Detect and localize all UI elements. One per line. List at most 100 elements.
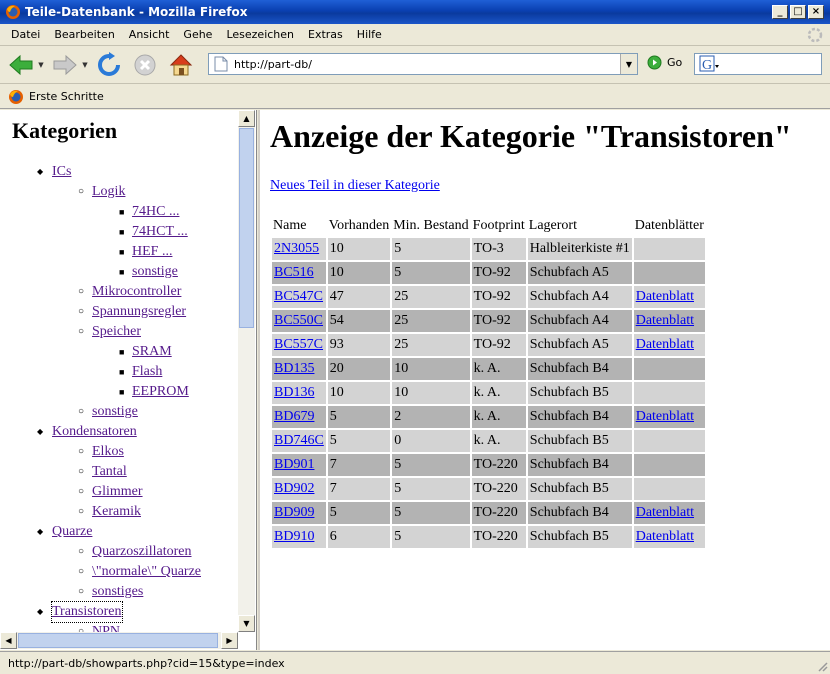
parts-table-body: 2N3055 10 5 TO-3 Halbleiterkiste #1 BC516 10 5 T… [272,238,705,548]
menu-lesezeichen[interactable]: Lesezeichen [219,28,301,41]
url-dropdown-icon[interactable]: ▼ [620,54,637,74]
scroll-down-button[interactable]: ▼ [238,615,255,632]
maximize-button[interactable]: □ [790,5,806,19]
menu-extras[interactable]: Extras [301,28,350,41]
minimize-button[interactable]: _ [772,5,788,19]
name-cell: BC516 [272,262,326,284]
category-link[interactable]: EEPROM [132,382,189,402]
part-name-link[interactable]: BD901 [274,457,314,472]
vorhanden-cell: 47 [327,286,391,308]
stock-cell: 10 [329,385,344,400]
back-button[interactable] [6,50,36,80]
url-bar[interactable]: ▼ [208,53,638,75]
category-link[interactable]: sonstige [132,262,178,282]
part-name-link[interactable]: 2N3055 [274,241,319,256]
category-item: ■ EEPROM [0,382,238,402]
category-link[interactable]: SRAM [132,342,172,362]
min-stock-cell: 5 [394,241,402,256]
datasheet-link[interactable]: Datenblatt [636,529,694,544]
stop-button[interactable] [130,50,160,80]
footprint-cell: TO-220 [473,529,518,544]
category-link[interactable]: Speicher [92,322,141,342]
back-dropdown-icon[interactable]: ▼ [36,61,46,69]
part-name-link[interactable]: BD909 [274,505,314,520]
menu-datei[interactable]: Datei [4,28,47,41]
resize-grip-icon[interactable] [816,660,828,672]
forward-button[interactable] [50,50,80,80]
scroll-right-button[interactable]: ▶ [221,632,238,649]
category-link[interactable]: \"normale\" Quarze [92,562,201,582]
scroll-left-button[interactable]: ◀ [0,632,17,649]
name-cell: BC550C [272,310,326,332]
category-link[interactable]: Keramik [92,502,141,522]
footprint-cell: TO-220 [471,526,526,548]
category-link[interactable]: ICs [52,162,71,182]
part-name-link[interactable]: BD679 [274,409,314,424]
part-name-link[interactable]: BD910 [274,529,314,544]
category-link[interactable]: Tantal [92,462,127,482]
category-link[interactable]: sonstiges [92,582,143,602]
part-name-link[interactable]: BD746C [274,433,324,448]
google-search-icon[interactable]: G [699,55,721,73]
part-name-link[interactable]: BD135 [274,361,314,376]
category-link[interactable]: 74HC ... [132,202,179,222]
tree-bullet-icon: ○ [78,466,85,477]
vertical-scrollbar[interactable]: ▲ ▼ [238,110,255,632]
tree-bullet-icon: ■ [119,247,125,257]
category-link[interactable]: Mikrocontroller [92,282,181,302]
search-box[interactable]: G [694,53,822,75]
category-link[interactable]: NPN [92,622,120,632]
category-link[interactable]: sonstige [92,402,138,422]
menu-gehe[interactable]: Gehe [176,28,219,41]
category-link[interactable]: Logik [92,182,125,202]
footprint-cell: k. A. [473,385,501,400]
hscroll-thumb[interactable] [18,633,218,648]
part-name-link[interactable]: BD902 [274,481,314,496]
datasheet-link[interactable]: Datenblatt [636,337,694,352]
scroll-up-button[interactable]: ▲ [238,110,255,127]
home-button[interactable] [166,50,196,80]
reload-icon [98,51,120,76]
forward-dropdown-icon[interactable]: ▼ [80,61,90,69]
part-name-link[interactable]: BC557C [274,337,323,352]
go-button[interactable]: Go [647,55,682,70]
datasheet-link[interactable]: Datenblatt [636,313,694,328]
category-link[interactable]: 74HCT ... [132,222,188,242]
part-name-link[interactable]: BC547C [274,289,323,304]
category-link[interactable]: Quarzoszillatoren [92,542,192,562]
footprint-cell: TO-92 [473,313,511,328]
category-link[interactable]: Elkos [92,442,124,462]
category-link[interactable]: Transistoren [51,601,123,623]
category-link[interactable]: Flash [132,362,162,382]
category-link[interactable]: HEF ... [132,242,172,262]
stock-cell: 93 [329,337,344,352]
category-link[interactable]: Glimmer [92,482,143,502]
menu-hilfe[interactable]: Hilfe [350,28,389,41]
vorhanden-cell: 5 [327,502,391,524]
datenblatt-cell [633,454,705,476]
datasheet-link[interactable]: Datenblatt [636,505,694,520]
datasheet-link[interactable]: Datenblatt [636,409,694,424]
bookmark-erste-schritte[interactable]: Erste Schritte [8,89,104,105]
datasheet-link[interactable]: Datenblatt [636,289,694,304]
new-part-link[interactable]: Neues Teil in dieser Kategorie [270,178,440,194]
part-name-link[interactable]: BC516 [274,265,314,280]
category-link[interactable]: Spannungsregler [92,302,186,322]
part-name-link[interactable]: BC550C [274,313,323,328]
tree-bullet-icon: ○ [78,286,85,297]
category-link[interactable]: Kondensatoren [52,422,137,442]
url-input[interactable] [234,57,620,71]
category-link[interactable]: Quarze [52,522,92,542]
min-stock-cell: 5 [394,505,402,520]
menu-ansicht[interactable]: Ansicht [122,28,177,41]
min-cell: 5 [392,478,470,500]
back-arrow-icon [9,54,33,75]
part-name-link[interactable]: BD136 [274,385,314,400]
menu-bearbeiten[interactable]: Bearbeiten [47,28,121,41]
column-header-min-bestand: Min. Bestand [393,218,469,233]
close-button[interactable]: × [808,5,824,19]
horizontal-scrollbar[interactable]: ◀ ▶ [0,632,238,649]
vorhanden-cell: 10 [327,262,391,284]
scroll-thumb[interactable] [239,128,254,328]
reload-button[interactable] [94,50,124,80]
